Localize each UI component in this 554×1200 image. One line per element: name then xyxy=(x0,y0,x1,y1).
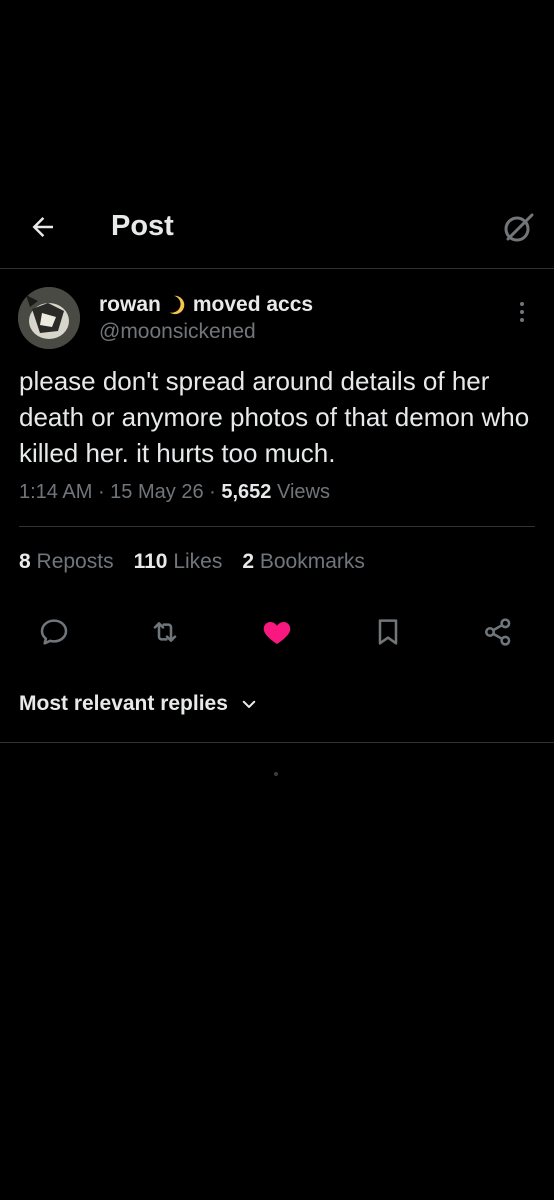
meta-separator: · xyxy=(209,481,222,503)
bookmark-icon[interactable] xyxy=(372,616,404,648)
post-meta: 1:14 AM · 15 May 26 · 5,652 Views xyxy=(19,481,330,504)
author-name[interactable]: rowan xyxy=(99,293,161,317)
author-handle[interactable]: @moonsickened xyxy=(99,320,256,344)
crescent-moon-icon xyxy=(169,295,185,315)
likes-label: Likes xyxy=(173,550,223,573)
reposts-label: Reposts xyxy=(36,550,114,573)
top-bar: Post xyxy=(0,196,554,269)
divider xyxy=(19,526,535,527)
replies-sort-dropdown[interactable]: Most relevant replies xyxy=(19,692,258,716)
more-options-icon[interactable] xyxy=(512,300,532,324)
bookmarks-stat[interactable]: 2 Bookmarks xyxy=(242,550,365,574)
loading-indicator xyxy=(274,772,278,776)
reply-icon[interactable] xyxy=(38,616,70,648)
avatar[interactable] xyxy=(18,287,80,349)
arrow-left-icon[interactable] xyxy=(28,212,58,242)
views-count[interactable]: 5,652 xyxy=(221,481,271,503)
repost-icon[interactable] xyxy=(149,616,181,648)
chevron-down-icon xyxy=(242,700,256,708)
bookmarks-label: Bookmarks xyxy=(259,550,365,573)
like-heart-icon[interactable] xyxy=(261,616,293,648)
grok-icon[interactable] xyxy=(500,210,536,246)
divider xyxy=(0,742,554,743)
engagement-stats: 8 Reposts 110 Likes 2 Bookmarks xyxy=(19,550,365,574)
likes-count: 110 xyxy=(133,550,168,573)
bookmarks-count: 2 xyxy=(242,550,255,573)
action-bar xyxy=(0,612,554,652)
meta-separator: · xyxy=(97,481,111,503)
replies-sort-label: Most relevant replies xyxy=(19,692,228,715)
post-time: 1:14 AM xyxy=(19,481,93,503)
likes-stat[interactable]: 110 Likes xyxy=(134,550,223,574)
post-text: please don't spread around details of he… xyxy=(19,366,530,468)
reposts-count: 8 xyxy=(19,550,31,573)
reposts-stat[interactable]: 8 Reposts xyxy=(19,550,114,574)
post-date: 15 May 26 xyxy=(110,481,204,503)
views-label[interactable]: Views xyxy=(277,481,330,503)
author-name-suffix[interactable]: moved accs xyxy=(193,293,313,317)
share-icon[interactable] xyxy=(482,616,514,648)
author-name-row[interactable]: rowan moved accs xyxy=(99,291,313,319)
page-title: Post xyxy=(111,210,174,242)
